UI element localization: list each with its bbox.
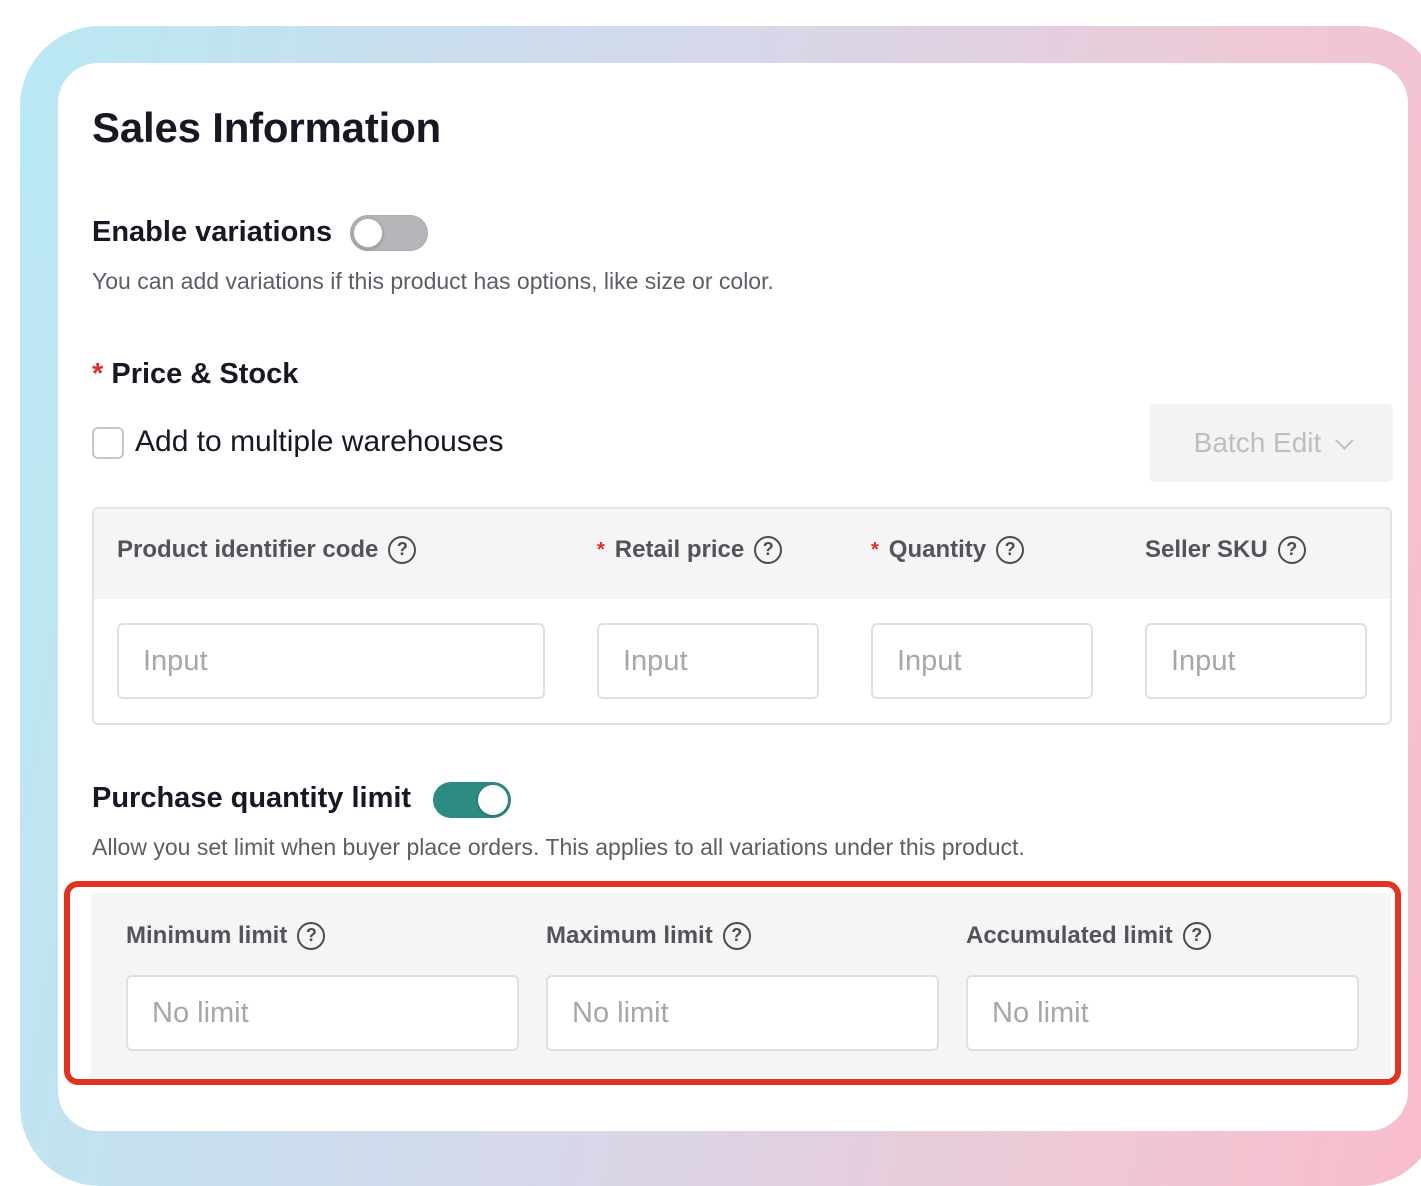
column-header-product-identifier: Product identifier code ? — [117, 536, 417, 564]
section-title: Sales Information — [92, 104, 442, 151]
required-mark: * — [92, 358, 104, 390]
column-header-retail-price: * Retail price ? — [597, 536, 783, 564]
price-stock-label: Price & Stock — [111, 358, 299, 390]
required-mark: * — [597, 538, 605, 561]
help-icon[interactable]: ? — [754, 536, 783, 564]
product-identifier-input[interactable] — [117, 623, 545, 699]
column-header-seller-sku: Seller SKU ? — [1145, 536, 1306, 564]
variations-toggle[interactable] — [350, 215, 428, 251]
highlight-annotation-box — [64, 881, 1401, 1085]
retail-price-input[interactable] — [597, 623, 819, 699]
purchase-limit-label: Purchase quantity limit — [92, 782, 412, 814]
purchase-limit-toggle[interactable] — [433, 782, 511, 818]
batch-edit-button[interactable]: Batch Edit — [1149, 404, 1393, 482]
help-icon[interactable]: ? — [1277, 536, 1306, 564]
help-icon[interactable]: ? — [388, 536, 417, 564]
purchase-limit-description: Allow you set limit when buyer place ord… — [92, 834, 1025, 860]
column-label: Quantity — [888, 536, 987, 563]
seller-sku-input[interactable] — [1145, 623, 1367, 699]
help-icon[interactable]: ? — [996, 536, 1025, 564]
price-stock-heading: * Price & Stock — [92, 358, 298, 391]
multi-warehouse-checkbox[interactable] — [92, 427, 124, 459]
toggle-knob — [478, 785, 508, 815]
variations-description: You can add variations if this product h… — [92, 268, 774, 294]
multi-warehouse-label[interactable]: Add to multiple warehouses — [135, 425, 504, 459]
quantity-input[interactable] — [871, 623, 1093, 699]
column-label: Retail price — [614, 536, 745, 563]
required-mark: * — [871, 538, 879, 561]
chevron-down-icon — [1335, 430, 1354, 450]
batch-edit-label: Batch Edit — [1193, 427, 1322, 458]
column-label: Product identifier code — [117, 536, 379, 563]
toggle-knob — [353, 218, 383, 248]
variations-label: Enable variations — [92, 216, 333, 248]
column-header-quantity: * Quantity ? — [871, 536, 1025, 564]
column-label: Seller SKU — [1145, 536, 1268, 563]
